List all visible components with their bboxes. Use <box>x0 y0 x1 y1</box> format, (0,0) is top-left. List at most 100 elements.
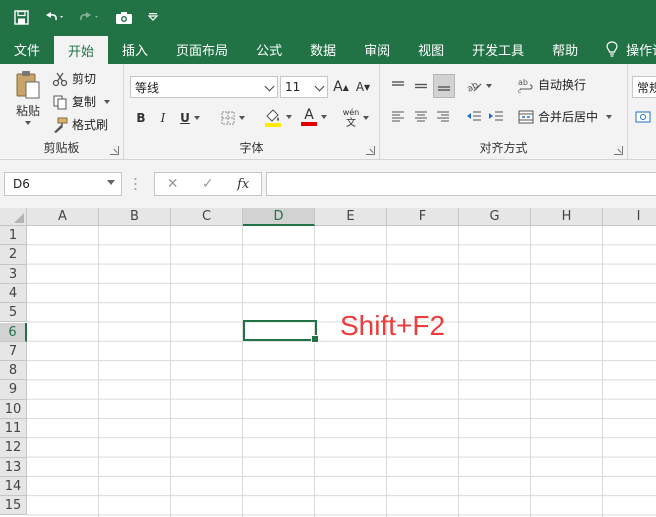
borders-button[interactable] <box>218 108 248 128</box>
tab-review[interactable]: 审阅 <box>350 34 404 64</box>
undo-icon[interactable] <box>43 10 65 25</box>
cut-button[interactable]: 剪切 <box>52 70 96 87</box>
fill-color-button[interactable] <box>262 106 294 128</box>
bold-button[interactable]: B <box>132 108 150 128</box>
row-header-6[interactable]: 6 <box>0 322 27 342</box>
font-name-combo[interactable]: 等线 <box>130 76 278 98</box>
select-all-button[interactable] <box>0 208 27 226</box>
row-header-1[interactable]: 1 <box>0 226 27 246</box>
column-header-f[interactable]: F <box>387 208 459 226</box>
align-right-button[interactable] <box>433 106 453 126</box>
accounting-format-button[interactable] <box>634 108 652 126</box>
tab-data[interactable]: 数据 <box>296 34 350 64</box>
phonetic-guide-button[interactable]: wén 文 <box>338 106 374 130</box>
cancel-entry-icon[interactable]: ✕ <box>167 176 179 192</box>
font-name-value: 等线 <box>135 80 160 95</box>
align-center-button[interactable] <box>411 106 431 126</box>
scissors-icon <box>52 72 68 86</box>
alignment-launcher-icon[interactable] <box>614 146 623 155</box>
cut-label: 剪切 <box>72 72 97 86</box>
row-header-8[interactable]: 8 <box>0 361 27 381</box>
format-painter-button[interactable]: 格式刷 <box>52 116 108 133</box>
worksheet-grid: ABCDEFGHI 1 2 3 4 5 6 7 8 9 10 11 12 13 14 15 Shift+F2 <box>0 208 656 517</box>
align-middle-button[interactable] <box>411 76 431 96</box>
tab-help[interactable]: 帮助 <box>538 34 592 64</box>
decrease-indent-icon <box>467 111 481 121</box>
column-header-c[interactable]: C <box>171 208 243 226</box>
tab-view[interactable]: 视图 <box>404 34 458 64</box>
shrink-font-button[interactable]: A ▼ <box>354 77 372 97</box>
column-header-h[interactable]: H <box>531 208 603 226</box>
font-color-label: A <box>304 107 314 123</box>
grow-font-button[interactable]: A ▲ <box>332 77 350 97</box>
tab-home[interactable]: 开始 <box>54 36 109 64</box>
insert-function-icon[interactable]: fx <box>237 177 249 192</box>
clipboard-launcher-icon[interactable] <box>110 146 119 155</box>
tell-me-search[interactable]: 操作说明 <box>592 34 656 64</box>
row-header-5[interactable]: 5 <box>0 303 27 323</box>
name-box[interactable]: D6 <box>4 172 122 196</box>
font-group-label: 字体 <box>239 141 264 155</box>
name-box-value: D6 <box>13 177 30 191</box>
row-header-12[interactable]: 12 <box>0 438 27 458</box>
align-top-button[interactable] <box>388 76 408 96</box>
tab-formulas[interactable]: 公式 <box>242 34 296 64</box>
wrap-text-button[interactable]: ab c 自动换行 <box>518 76 586 93</box>
customize-qat-icon[interactable] <box>147 11 159 23</box>
ribbon-tabs: 文件 开始 插入 页面布局 公式 数据 审阅 视图 开发工具 帮助 操作说明 <box>0 34 656 64</box>
format-painter-icon <box>54 117 68 133</box>
copy-label: 复制 <box>72 95 97 109</box>
phonetic-top-label: wén <box>342 108 360 117</box>
row-header-10[interactable]: 10 <box>0 399 27 419</box>
save-icon[interactable] <box>14 9 29 25</box>
column-header-i[interactable]: I <box>603 208 656 226</box>
merge-center-icon <box>518 110 534 123</box>
cell-area[interactable] <box>27 226 656 517</box>
redo-icon[interactable] <box>79 10 101 25</box>
row-header-3[interactable]: 3 <box>0 264 27 284</box>
row-header-11[interactable]: 11 <box>0 419 27 439</box>
copy-button[interactable]: 复制 <box>52 93 111 110</box>
tab-file[interactable]: 文件 <box>0 34 54 64</box>
enter-entry-icon[interactable]: ✓ <box>202 176 214 192</box>
row-header-2[interactable]: 2 <box>0 245 27 265</box>
column-header-b[interactable]: B <box>99 208 171 226</box>
merge-center-button[interactable]: 合并后居中 <box>518 108 613 125</box>
underline-button[interactable]: U <box>176 108 204 128</box>
formula-input[interactable] <box>266 172 656 196</box>
copy-icon <box>53 95 67 109</box>
tab-insert[interactable]: 插入 <box>108 34 162 64</box>
row-header-4[interactable]: 4 <box>0 283 27 304</box>
row-header-7[interactable]: 7 <box>0 341 27 362</box>
paste-label: 粘贴 <box>15 104 40 118</box>
column-header-d[interactable]: D <box>243 208 315 226</box>
bold-label: B <box>136 111 146 125</box>
camera-icon[interactable] <box>115 10 133 25</box>
tab-page-layout[interactable]: 页面布局 <box>162 34 242 64</box>
italic-button[interactable]: I <box>154 108 172 128</box>
row-header-15[interactable]: 15 <box>0 496 27 516</box>
font-size-combo[interactable]: 11 <box>280 76 328 98</box>
tab-developer[interactable]: 开发工具 <box>458 34 538 64</box>
align-bottom-button[interactable] <box>433 74 455 98</box>
align-center-icon <box>415 111 427 122</box>
font-color-button[interactable]: A <box>298 106 330 128</box>
active-cell-d6[interactable] <box>243 320 319 343</box>
grow-font-label: A <box>333 79 343 95</box>
formula-buttons: ✕ ✓ fx <box>154 172 262 196</box>
column-header-a[interactable]: A <box>27 208 99 226</box>
number-format-combo[interactable]: 常规 <box>632 76 656 98</box>
paste-button[interactable]: 粘贴 <box>10 70 46 125</box>
decrease-indent-button[interactable] <box>464 106 484 126</box>
group-number: 常规 <box>628 64 656 160</box>
formula-bar-grip-icon[interactable] <box>134 177 137 191</box>
row-header-13[interactable]: 13 <box>0 457 27 477</box>
column-header-e[interactable]: E <box>315 208 387 226</box>
font-launcher-icon[interactable] <box>366 146 375 155</box>
column-header-g[interactable]: G <box>459 208 531 226</box>
orientation-button[interactable]: ab <box>464 76 494 96</box>
increase-indent-button[interactable] <box>486 106 506 126</box>
row-header-9[interactable]: 9 <box>0 380 27 400</box>
align-left-button[interactable] <box>388 106 408 126</box>
row-header-14[interactable]: 14 <box>0 476 27 497</box>
